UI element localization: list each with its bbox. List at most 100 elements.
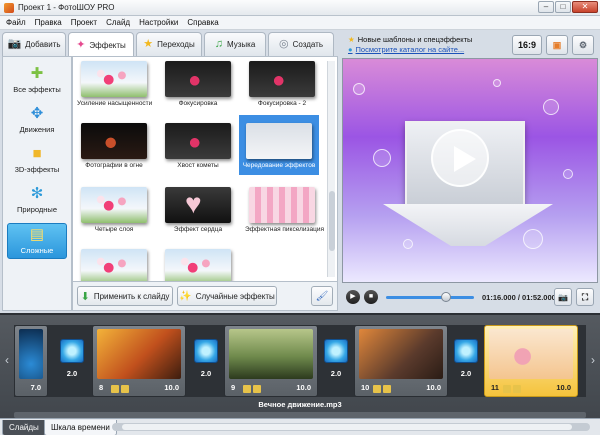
transition-duration: 2.0 [66,369,78,378]
menu-file[interactable]: Файл [6,18,26,27]
fullscreen-icon: ⛶ [581,291,589,302]
slide-duration: 10.0 [426,383,441,392]
effect-item[interactable] [77,249,151,281]
aspect-ratio-button[interactable]: 16:9 [512,35,542,55]
category-label: Природные [16,205,57,214]
tab-timeline[interactable]: Шкала времени [44,420,117,435]
tab-music[interactable]: ♫ Музыка [204,32,266,56]
category-motion[interactable]: ✥ Движения [7,103,67,139]
tab-transitions[interactable]: ★ Переходы [136,32,202,56]
transition-item[interactable]: 2.0 [58,339,86,385]
effect-label: Фотографии в огне [85,162,143,169]
scrollbar-thumb[interactable] [122,424,572,430]
star-icon: ★ [348,35,355,44]
news-line: ★ Новые шаблоны и спецэффекты [348,35,472,44]
menu-bar: Файл Правка Проект Слайд Настройки Справ… [0,16,600,30]
tab-effects[interactable]: ✦ Эффекты [68,32,134,57]
close-button[interactable]: ✕ [572,1,598,13]
menu-slide[interactable]: Слайд [106,18,130,27]
cube-icon: ■ [32,145,42,162]
effects-scrollbar[interactable] [327,61,335,277]
effect-item[interactable]: Фокусировка - 2 [245,61,319,107]
effect-label: Четыре слоя [94,226,134,233]
transition-item[interactable]: 2.0 [452,339,480,385]
layers-icon: ▤ [29,226,45,243]
brush-button[interactable]: 🖌 [311,286,333,306]
apply-to-slide-button[interactable]: ⬇ Применить к слайду [77,286,173,306]
arrows-icon: ✥ [30,105,44,122]
slide-thumbnail [229,329,313,379]
transition-swirl-icon [324,339,348,363]
snapshot-button[interactable]: 📷 [554,288,572,306]
window-title: Проект 1 - ФотоШОУ PRO [18,3,115,12]
chevron-left-icon[interactable]: ‹ [2,353,12,373]
random-label: Случайные эффекты [195,291,275,301]
effect-item[interactable]: ♥ Эффект сердца [161,187,235,233]
effect-item[interactable]: Эффектная пикселизация [245,187,324,233]
menu-help[interactable]: Справка [187,18,218,27]
effect-categories: ✚ Все эффекты ✥ Движения ■ 3D-эффекты ✻ … [2,56,72,311]
category-complex[interactable]: ▤ Сложные [7,223,67,259]
slide-duration: 7.0 [30,383,41,392]
catalog-link-text[interactable]: Посмотрите каталог на сайте... [356,45,465,54]
transition-duration: 2.0 [330,369,342,378]
slide-thumbnail [19,329,43,379]
category-nature[interactable]: ✻ Природные [7,183,67,219]
gear-icon: ⚙ [578,39,588,50]
effect-thumbnail [165,123,231,159]
slide-item[interactable]: 10 10.0 [354,325,448,397]
filmstrip: 7.0 2.0 8 10.0 2.0 9 10.0 2.0 10 10.0 2.… [14,325,586,397]
menu-settings[interactable]: Настройки [139,18,178,27]
effect-thumbnail [81,61,147,97]
apply-label: Применить к слайду [93,291,170,301]
wallpaper-button[interactable]: ▣ [546,35,568,55]
fullscreen-button[interactable]: ⛶ [576,288,594,306]
maximize-button[interactable]: □ [555,1,571,13]
scrollbar-thumb[interactable] [329,191,335,251]
slide-item[interactable]: 8 10.0 [92,325,186,397]
play-icon[interactable]: ▶ [346,290,360,304]
slide-number: 8 [99,383,104,392]
catalog-link[interactable]: ● Посмотрите каталог на сайте... [348,45,464,54]
tab-transitions-label: Переходы [157,40,195,49]
slide-item[interactable]: 9 10.0 [224,325,318,397]
slides-timeline: ‹ › 7.0 2.0 8 10.0 2.0 9 10.0 2.0 10 10.… [0,313,600,435]
effect-item[interactable]: Четыре слоя [77,187,151,233]
playback-progress[interactable] [386,292,474,302]
slide-number: 9 [231,383,236,392]
slide-item[interactable]: 7.0 [14,325,48,397]
player-controls: ▶ ■ 01:16.000 / 01:52.000 📷 ⛶ [342,284,598,310]
effect-label: Усиление насыщенности [77,100,153,107]
effect-item-selected[interactable]: Чередование эффектов [239,115,319,175]
transition-duration: 2.0 [460,369,472,378]
music-track-label: Вечное движение.mp3 [258,400,342,409]
menu-project[interactable]: Проект [71,18,97,27]
tab-slides[interactable]: Слайды [2,420,46,435]
tab-create[interactable]: ◎ Создать [268,32,334,56]
effect-thumbnail [165,249,231,281]
chevron-right-icon[interactable]: › [588,353,598,373]
transition-item[interactable]: 2.0 [192,339,220,385]
effect-item[interactable]: Хвост кометы [161,123,235,169]
transition-swirl-icon [454,339,478,363]
effects-icon: ✦ [76,38,86,51]
stop-icon[interactable]: ■ [364,290,378,304]
settings-button[interactable]: ⚙ [572,35,594,55]
minimize-button[interactable]: – [538,1,554,13]
tab-add[interactable]: 📷 Добавить [2,32,66,56]
effect-item[interactable]: Фокусировка [161,61,235,107]
effect-item[interactable]: Фотографии в огне [77,123,151,169]
transition-item[interactable]: 2.0 [322,339,350,385]
effect-item[interactable]: Усиление насыщенности [77,61,153,107]
menu-edit[interactable]: Правка [35,18,62,27]
effect-item[interactable] [161,249,235,281]
progress-knob[interactable] [440,292,451,302]
slide-item-selected[interactable]: 11 10.0 [484,325,578,397]
horizontal-scrollbar[interactable] [112,423,590,431]
random-effects-button[interactable]: ✨ Случайные эффекты [177,286,277,306]
play-overlay-icon[interactable] [431,129,489,187]
category-3d[interactable]: ■ 3D-эффекты [7,143,67,179]
category-all-effects[interactable]: ✚ Все эффекты [7,63,67,99]
slide-thumbnail [359,329,443,379]
effect-label: Фокусировка [178,100,218,107]
